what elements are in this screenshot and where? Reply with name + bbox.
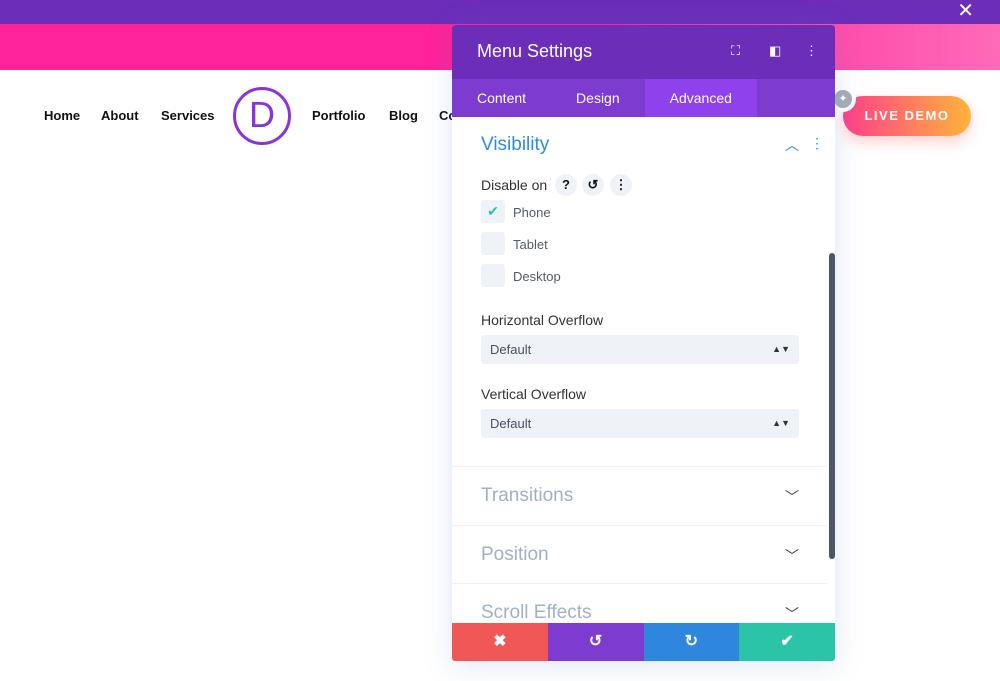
chevron-down-icon: ﹀ [785, 489, 799, 505]
check-icon: ✔ [780, 633, 794, 650]
close-icon: ✖ [493, 633, 507, 650]
select-value: Default [490, 416, 532, 431]
tablet-checkbox[interactable] [481, 232, 505, 255]
desktop-label: Desktop [513, 269, 561, 284]
panel-header: Menu Settings ⛶ ◧ ⋮ [452, 25, 835, 79]
select-arrows-icon: ▲▼ [772, 418, 790, 428]
chevron-up-icon[interactable]: ︿ [785, 135, 799, 155]
section-scroll-effects[interactable]: Scroll Effects ﹀ [452, 583, 827, 623]
scrollbar[interactable] [829, 253, 835, 559]
sidebar-layout-icon[interactable]: ◧ [769, 43, 781, 59]
vertical-overflow-select[interactable]: Default ▲▼ [481, 409, 799, 438]
section-title: Position [481, 544, 549, 565]
tab-content[interactable]: Content [452, 79, 551, 117]
settings-icon: ✦ [834, 90, 852, 108]
fullscreen-icon[interactable]: ⛶ [731, 43, 740, 59]
save-button[interactable]: ✔ [739, 623, 835, 661]
select-arrows-icon: ▲▼ [772, 344, 790, 354]
desktop-checkbox[interactable] [481, 264, 505, 287]
field-more-icon[interactable]: ⋮ [610, 174, 632, 196]
undo-button[interactable]: ↺ [547, 623, 644, 661]
logo[interactable]: D [233, 87, 291, 145]
close-icon[interactable]: ✕ [957, 0, 974, 22]
chevron-down-icon: ﹀ [785, 548, 799, 564]
section-transitions[interactable]: Transitions ﹀ [452, 466, 827, 524]
horizontal-overflow-select[interactable]: Default ▲▼ [481, 335, 799, 364]
tablet-label: Tablet [513, 237, 548, 252]
tab-advanced[interactable]: Advanced [644, 79, 757, 117]
live-demo-button[interactable]: LIVE DEMO [843, 96, 971, 136]
more-options-icon[interactable]: ⋮ [805, 43, 818, 59]
panel-footer: ✖ ↺ ↻ ✔ [452, 623, 835, 661]
disable-on-label: Disable on [481, 177, 548, 193]
section-title: Transitions [481, 485, 574, 506]
panel-tabs: Content Design Advanced [452, 79, 835, 117]
tab-design[interactable]: Design [551, 79, 645, 117]
nav-services[interactable]: Services [161, 108, 215, 123]
panel-title: Menu Settings [477, 41, 593, 61]
phone-checkbox[interactable]: ✔ [481, 200, 505, 223]
nav-blog[interactable]: Blog [389, 108, 418, 123]
menu-settings-panel: Menu Settings ⛶ ◧ ⋮ Content Design Advan… [452, 25, 835, 661]
visibility-section-title[interactable]: Visibility [481, 134, 549, 156]
horizontal-overflow-label: Horizontal Overflow [481, 312, 604, 328]
reset-icon[interactable]: ↺ [582, 174, 604, 196]
vertical-overflow-label: Vertical Overflow [481, 386, 587, 402]
chevron-down-icon: ﹀ [785, 606, 799, 622]
select-value: Default [490, 342, 532, 357]
panel-body: Visibility ︿ ⋮ Disable on ? ↺ ⋮ ✔ Phone … [452, 117, 835, 623]
section-title: Scroll Effects [481, 602, 592, 623]
cancel-button[interactable]: ✖ [452, 623, 548, 661]
nav-portfolio[interactable]: Portfolio [312, 108, 365, 123]
builder-top-bar: ✕ [0, 0, 1000, 24]
help-icon[interactable]: ? [555, 174, 577, 196]
phone-label: Phone [513, 205, 551, 220]
redo-icon: ↻ [684, 633, 699, 650]
section-position[interactable]: Position ﹀ [452, 525, 827, 583]
nav-home[interactable]: Home [44, 108, 80, 123]
section-more-icon[interactable]: ⋮ [810, 135, 824, 152]
nav-about[interactable]: About [101, 108, 139, 123]
redo-button[interactable]: ↻ [643, 623, 740, 661]
undo-icon: ↺ [588, 633, 603, 650]
